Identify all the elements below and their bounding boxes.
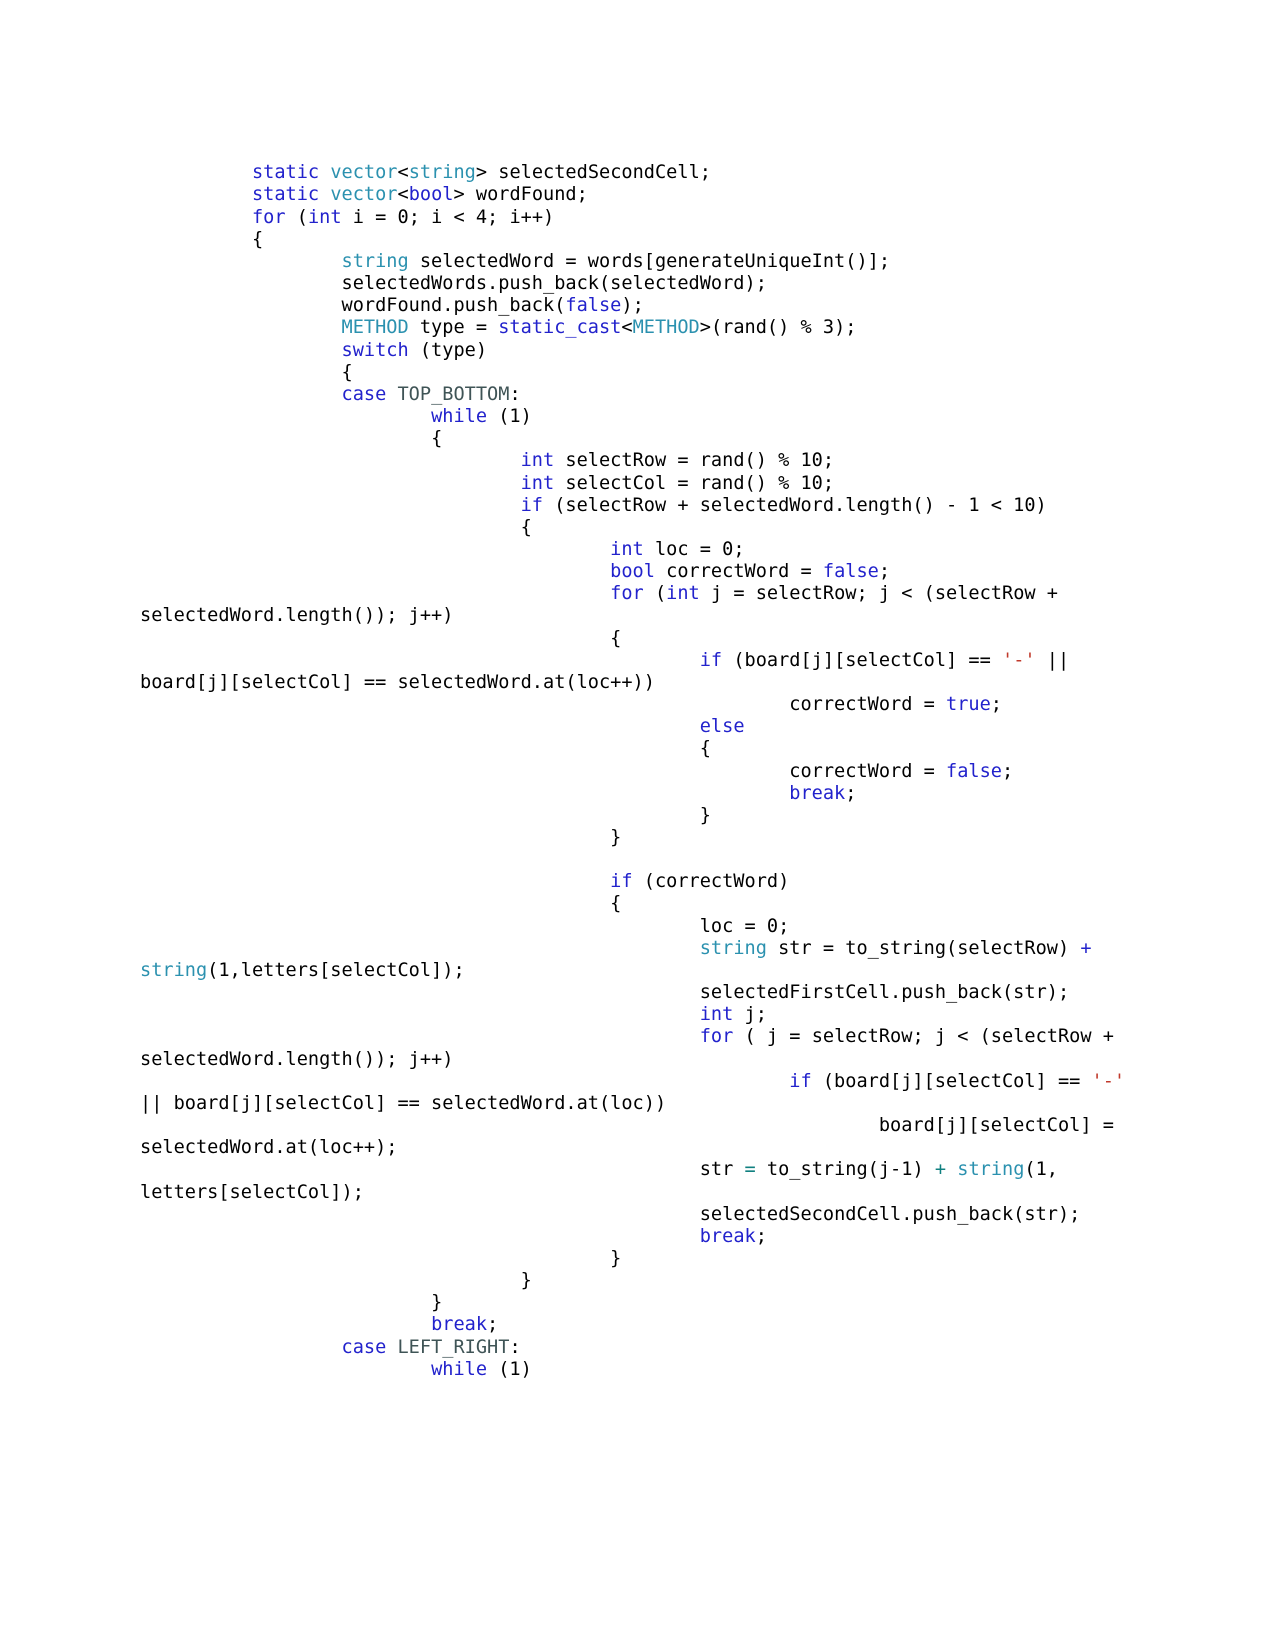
code-line: while (1) [431,406,532,428]
code-line: if (correctWord) [610,871,790,893]
code-line: static vector<bool> wordFound; [251,184,588,206]
code-line: { [140,627,622,649]
code-line: correctWord = true; [140,694,1002,716]
code-line: int selectCol = rand() % 10; [520,472,835,494]
code-line: selectedWords.push_back(selectedWord); [140,273,767,295]
code-line: METHOD type = static_cast<METHOD>(rand()… [341,317,857,339]
code-line: { [140,361,353,383]
code-line: int selectRow = rand() % 10; [520,450,835,472]
code-line: if (board[j][selectCol] == '-' || board[… [140,1070,1137,1114]
code-line: board[j][selectCol] = selectedWord.at(lo… [140,1115,1126,1159]
code-line: { [140,738,711,760]
code-line: wordFound.push_back(false); [140,295,644,317]
code-line: for (int i = 0; i < 4; i++) [251,206,555,228]
code-line: } [140,804,711,826]
code-line: string str = to_string(selectRow) + stri… [140,937,1092,981]
code-line: switch (type) [341,339,488,361]
code-line: string selectedWord = words[generateUniq… [341,250,891,272]
code-line: loc = 0; [140,915,790,937]
code-line: } [140,1247,622,1269]
code-line: selectedSecondCell.push_back(str); [140,1203,1081,1225]
code-line: static vector<string> selectedSecondCell… [251,162,711,184]
code-line: selectedFirstCell.push_back(str); [140,982,1070,1004]
code-line: break; [789,782,857,804]
code-line: str = to_string(j-1) + string(1, letters… [140,1159,1070,1203]
code-line: } [140,827,622,848]
code-line: } [140,1270,532,1292]
code-line: case TOP_BOTTOM: [341,383,521,405]
code-line: correctWord = false; [140,760,1014,782]
code-line: { [140,893,622,915]
code-line: { [140,428,443,450]
code-line: case LEFT_RIGHT: [341,1336,521,1358]
code-line: { [140,228,264,250]
code-line: break; [431,1314,499,1336]
code-line: for ( j = selectRow; j < (selectRow + se… [140,1026,1126,1070]
code-line: for (int j = selectRow; j < (selectRow +… [140,583,1070,627]
code-line: { [140,516,532,538]
code-line: break; [699,1225,767,1247]
code-line: int j; [699,1004,767,1026]
code-listing[interactable]: static vector<string> selectedSecondCell… [140,118,1135,1447]
document-page: static vector<string> selectedSecondCell… [0,0,1275,1651]
code-line: bool correctWord = false; [610,561,891,583]
code-line: int loc = 0; [610,538,745,560]
code-line: if (selectRow + selectedWord.length() - … [520,494,1047,516]
code-line: } [140,1292,443,1314]
code-line: if (board[j][selectCol] == '-' || board[… [140,649,1081,693]
code-line: while (1) [431,1358,532,1380]
code-line: else [699,716,745,738]
